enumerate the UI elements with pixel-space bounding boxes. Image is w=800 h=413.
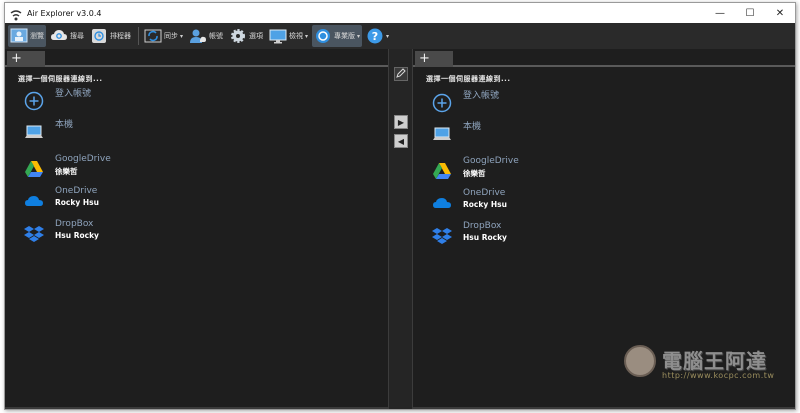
toolbar-pro-label: 專業版 [334, 32, 356, 40]
watermark-mascot-icon [624, 345, 656, 377]
right-new-tab-button[interactable]: + [415, 51, 453, 67]
maximize-button[interactable]: ☐ [735, 3, 765, 23]
view-dropdown-icon[interactable]: ▾ [305, 33, 308, 40]
close-button[interactable]: ✕ [765, 3, 795, 23]
left-pane: + 選擇一個伺服器連線到... 登入帳號 本機 GoogleDrive 徐樂哲 [5, 49, 388, 409]
toolbar-pro-button[interactable]: 專業版 ▾ [312, 25, 363, 47]
left-new-tab-button[interactable]: + [7, 51, 45, 67]
entry-name: 本機 [463, 122, 482, 132]
help-dropdown-icon[interactable]: ▾ [386, 33, 389, 40]
app-logo-icon [10, 7, 22, 21]
onedrive-icon [431, 192, 453, 214]
entry-name: 登入帳號 [55, 89, 92, 99]
pencil-icon [396, 68, 406, 80]
left-entry-dropbox[interactable]: DropBox Hsu Rocky [19, 219, 269, 249]
right-entry-dropbox[interactable]: DropBox Hsu Rocky [427, 221, 677, 251]
entry-name: OneDrive [463, 188, 506, 198]
toolbar-accounts-label: 帳號 [209, 32, 224, 40]
computer-icon [431, 123, 453, 145]
cloud-search-icon [50, 27, 68, 45]
sync-dropdown-icon[interactable]: ▾ [180, 33, 183, 40]
main-toolbar: 瀏覽 搜尋 排程器 同步 ▾ 帳號 選項 檢視 ▾ 專業版 ▾ ? ▾ [5, 23, 795, 49]
svg-text:?: ? [372, 30, 378, 43]
toolbar-search-button[interactable]: 搜尋 [48, 25, 86, 47]
left-entry-onedrive[interactable]: OneDrive Rocky Hsu [19, 186, 269, 216]
right-tabstrip: + [413, 51, 795, 67]
title-bar[interactable]: Air Explorer v3.0.4 — ☐ ✕ [5, 3, 795, 23]
toolbar-scheduler-button[interactable]: 排程器 [88, 25, 133, 47]
gear-icon [229, 27, 247, 45]
toolbar-help-button[interactable]: ? ▾ [364, 25, 391, 47]
accounts-icon [189, 27, 207, 45]
left-entry-local[interactable]: 本機 [19, 117, 269, 147]
left-entry-googledrive[interactable]: GoogleDrive 徐樂哲 [19, 154, 269, 184]
toolbar-view-label: 檢視 [289, 32, 304, 40]
entry-name: GoogleDrive [463, 156, 519, 166]
right-entry-googledrive[interactable]: GoogleDrive 徐樂哲 [427, 156, 677, 186]
toolbar-sync-button[interactable]: 同步 ▾ [142, 25, 185, 47]
right-entry-onedrive[interactable]: OneDrive Rocky Hsu [427, 188, 677, 218]
toolbar-options-button[interactable]: 選項 [227, 25, 265, 47]
window-title: Air Explorer v3.0.4 [27, 8, 102, 18]
add-account-icon [23, 90, 45, 112]
toolbar-accounts-button[interactable]: 帳號 [187, 25, 225, 47]
right-pane-title: 選擇一個伺服器連線到... [426, 75, 511, 83]
left-entry-login[interactable]: 登入帳號 [19, 86, 269, 116]
right-entry-local[interactable]: 本機 [427, 119, 677, 149]
entry-account: Rocky Hsu [463, 200, 507, 209]
dropbox-icon [23, 223, 45, 245]
entry-account: 徐樂哲 [55, 167, 78, 176]
toolbar-separator [138, 27, 139, 45]
minimize-button[interactable]: — [705, 3, 735, 23]
scheduler-icon [90, 27, 108, 45]
google-drive-icon [23, 158, 45, 180]
edit-path-button[interactable] [394, 67, 408, 81]
copy-to-right-button[interactable]: ▶ [394, 115, 408, 129]
toolbar-view-button[interactable]: 檢視 ▾ [267, 25, 310, 47]
sync-icon [144, 27, 162, 45]
google-drive-icon [431, 160, 453, 182]
toolbar-scheduler-label: 排程器 [110, 32, 131, 40]
watermark-url: http://www.kocpc.com.tw [662, 371, 775, 380]
toolbar-options-label: 選項 [249, 32, 264, 40]
monitor-icon [269, 27, 287, 45]
onedrive-icon [23, 190, 45, 212]
left-horizontal-scrollbar[interactable] [5, 407, 388, 409]
browse-icon [10, 27, 28, 45]
dropbox-icon [431, 225, 453, 247]
right-entry-login[interactable]: 登入帳號 [427, 88, 677, 118]
left-pane-title: 選擇一個伺服器連線到... [18, 75, 103, 83]
entry-account: Rocky Hsu [55, 198, 99, 207]
toolbar-browse-button[interactable]: 瀏覽 [8, 25, 46, 47]
watermark-title: 電腦王阿達 [662, 349, 767, 373]
entry-account: Hsu Rocky [463, 233, 507, 242]
entry-name: OneDrive [55, 186, 98, 196]
entry-account: 徐樂哲 [463, 169, 486, 178]
entry-account: Hsu Rocky [55, 231, 99, 240]
add-account-icon [431, 92, 453, 114]
toolbar-browse-label: 瀏覽 [30, 32, 44, 40]
entry-name: 登入帳號 [463, 91, 500, 101]
center-transfer-bar: ▶ ◀ [388, 49, 413, 409]
pro-dropdown-icon[interactable]: ▾ [357, 33, 360, 40]
right-horizontal-scrollbar[interactable] [413, 407, 795, 409]
toolbar-search-label: 搜尋 [70, 32, 84, 40]
entry-name: DropBox [55, 219, 94, 229]
left-tabstrip: + [5, 51, 388, 67]
help-icon: ? [366, 27, 384, 45]
entry-name: 本機 [55, 120, 74, 130]
entry-name: GoogleDrive [55, 154, 111, 164]
toolbar-sync-label: 同步 [164, 32, 178, 40]
app-window: Air Explorer v3.0.4 — ☐ ✕ 瀏覽 搜尋 排程器 同步 ▾… [4, 2, 796, 410]
copy-to-left-button[interactable]: ◀ [394, 134, 408, 148]
computer-icon [23, 121, 45, 143]
entry-name: DropBox [463, 221, 502, 231]
watermark: 電腦王阿達 http://www.kocpc.com.tw [620, 339, 795, 387]
pro-icon [314, 27, 332, 45]
